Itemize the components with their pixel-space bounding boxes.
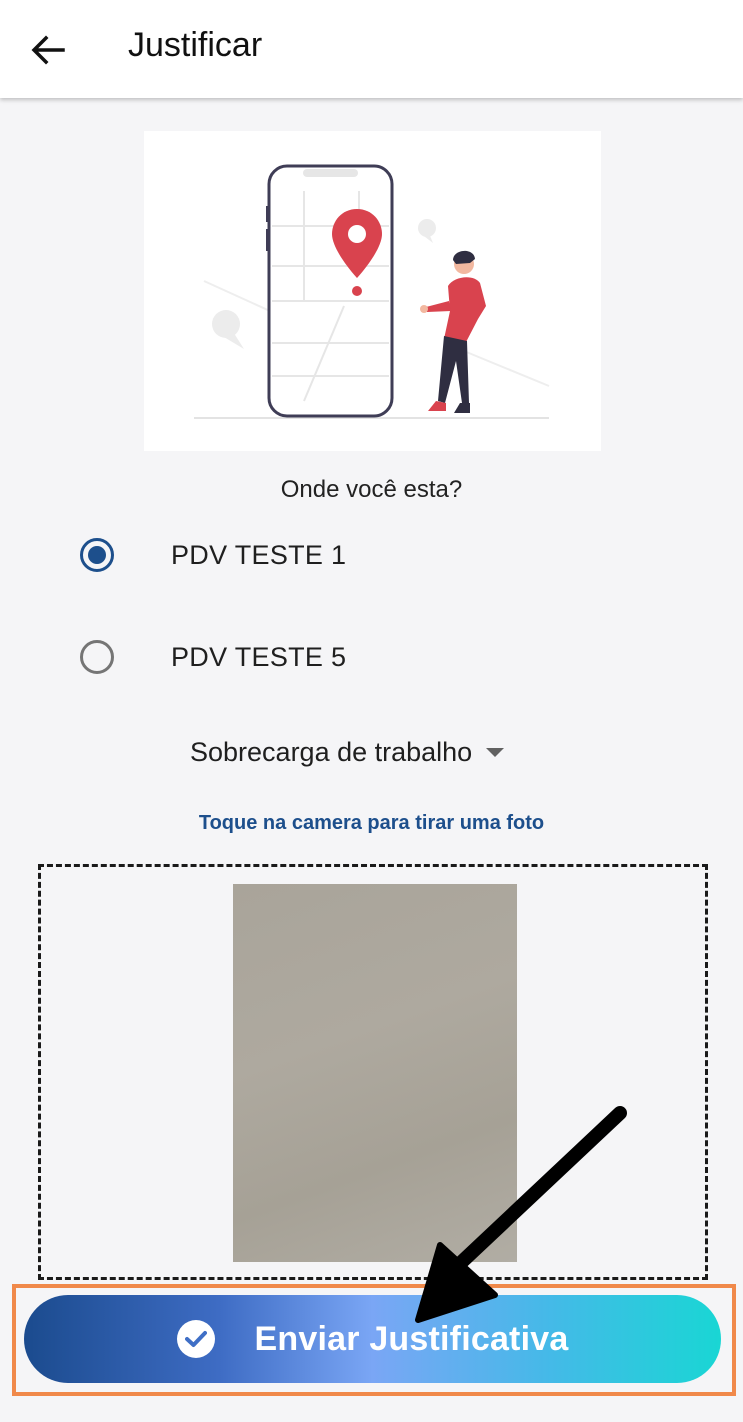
reason-dropdown[interactable]: Sobrecarga de trabalho bbox=[190, 722, 505, 782]
radio-unselected-icon[interactable] bbox=[80, 640, 114, 674]
location-option-pdv-teste-1[interactable]: PDV TESTE 1 bbox=[60, 520, 660, 590]
location-option-label: PDV TESTE 5 bbox=[171, 641, 347, 672]
radio-selected-icon[interactable] bbox=[80, 538, 114, 572]
check-circle-icon bbox=[176, 1320, 215, 1358]
arrow-left-icon bbox=[31, 35, 65, 65]
location-option-pdv-teste-5[interactable]: PDV TESTE 5 bbox=[60, 622, 660, 692]
location-question: Onde você esta? bbox=[280, 476, 463, 503]
caret-down-icon bbox=[486, 747, 505, 757]
justify-screen: Justificar Onde você esta? PDV TESTE 1 P… bbox=[0, 0, 743, 1422]
pointer-arrow-icon bbox=[415, 1106, 627, 1323]
reason-dropdown-value: Sobrecarga de trabalho bbox=[190, 736, 473, 767]
app-bar: Justificar bbox=[0, 0, 743, 98]
back-button[interactable] bbox=[18, 24, 78, 76]
location-illustration bbox=[144, 131, 601, 451]
page-title: Justificar bbox=[128, 26, 263, 64]
photo-hint: Toque na camera para tirar uma foto bbox=[198, 812, 545, 834]
location-option-label: PDV TESTE 1 bbox=[171, 539, 347, 570]
